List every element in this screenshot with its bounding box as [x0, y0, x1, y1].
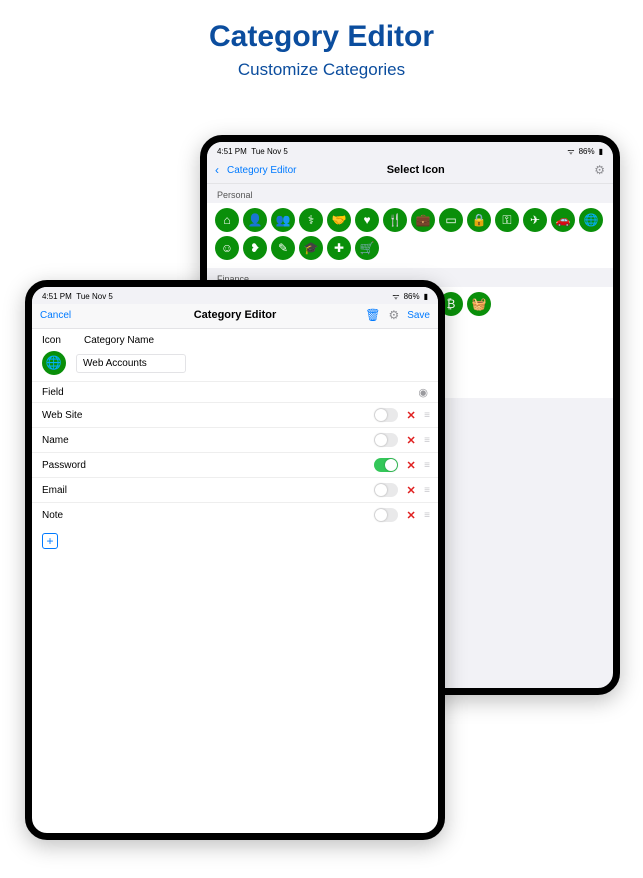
page-title: Category Editor: [0, 20, 643, 54]
field-name[interactable]: Name: [42, 435, 366, 446]
reorder-icon[interactable]: ≡: [424, 510, 428, 521]
save-button[interactable]: Save: [407, 310, 430, 321]
nurse-icon[interactable]: ⚕: [299, 208, 323, 232]
screen-title: Select Icon: [296, 164, 535, 176]
user-icon[interactable]: 👤: [243, 208, 267, 232]
field-row: Password ✕ ≡: [32, 452, 438, 477]
field-label: Field: [42, 387, 64, 398]
heart-icon[interactable]: ♥: [355, 208, 379, 232]
key-icon[interactable]: ⚿: [495, 208, 519, 232]
back-button[interactable]: Category Editor: [227, 165, 296, 176]
graduation-icon[interactable]: 🎓: [299, 236, 323, 260]
visibility-icon[interactable]: ◉: [418, 386, 428, 399]
back-chevron-icon[interactable]: ‹: [215, 164, 219, 176]
home-icon[interactable]: ⌂: [215, 208, 239, 232]
delete-icon[interactable]: ✕: [406, 434, 416, 447]
plus-icon[interactable]: ✚: [327, 236, 351, 260]
field-name[interactable]: Web Site: [42, 410, 366, 421]
cancel-button[interactable]: Cancel: [40, 310, 71, 321]
icon-label: Icon: [42, 335, 74, 346]
field-row: Name ✕ ≡: [32, 427, 438, 452]
delete-icon[interactable]: ✕: [406, 459, 416, 472]
category-editor-screen: 4:51 PM Tue Nov 5 ᯤ86%▮ Cancel Category …: [25, 280, 445, 840]
reorder-icon[interactable]: ≡: [424, 485, 428, 496]
smile-icon[interactable]: ☺: [215, 236, 239, 260]
basket-icon[interactable]: 🧺: [467, 292, 491, 316]
lock-icon[interactable]: 🔒: [467, 208, 491, 232]
category-icon[interactable]: 🌐: [42, 351, 66, 375]
status-bar: 4:51 PM Tue Nov 5 ᯤ86%▮: [32, 287, 438, 304]
field-row: Note ✕ ≡: [32, 502, 438, 527]
field-name[interactable]: Password: [42, 460, 366, 471]
add-field-button[interactable]: +: [42, 533, 58, 549]
globe-icon[interactable]: 🌐: [579, 208, 603, 232]
gear-icon[interactable]: ⚙: [388, 308, 399, 322]
delete-icon[interactable]: ✕: [406, 509, 416, 522]
briefcase-icon[interactable]: 💼: [411, 208, 435, 232]
page-subtitle: Customize Categories: [0, 60, 643, 80]
plane-icon[interactable]: ✈: [523, 208, 547, 232]
secure-toggle[interactable]: [374, 508, 398, 522]
field-name[interactable]: Email: [42, 485, 366, 496]
users-icon[interactable]: 👥: [271, 208, 295, 232]
category-name-label: Category Name: [84, 335, 154, 346]
secure-toggle[interactable]: [374, 458, 398, 472]
id-card-icon[interactable]: ▭: [439, 208, 463, 232]
icon-grid: ⌂👤👥⚕🤝♥🍴💼▭🔒⚿✈🚗🌐 ☺❥✎🎓✚🛒: [207, 203, 613, 268]
secure-toggle[interactable]: [374, 408, 398, 422]
field-row: Web Site ✕ ≡: [32, 402, 438, 427]
delete-icon[interactable]: ✕: [406, 409, 416, 422]
tag-icon[interactable]: ❥: [243, 236, 267, 260]
field-row: Email ✕ ≡: [32, 477, 438, 502]
delete-icon[interactable]: ✕: [406, 484, 416, 497]
section-label: Personal: [207, 184, 613, 203]
gear-icon[interactable]: ⚙: [594, 163, 605, 177]
status-bar: 4:51 PM Tue Nov 5 ᯤ86%▮: [207, 142, 613, 159]
nav-bar: Cancel Category Editor 🗑 ⚙ Save: [32, 304, 438, 329]
car-icon[interactable]: 🚗: [551, 208, 575, 232]
secure-toggle[interactable]: [374, 483, 398, 497]
field-name[interactable]: Note: [42, 510, 366, 521]
handshake-icon[interactable]: 🤝: [327, 208, 351, 232]
nav-bar: ‹ Category Editor Select Icon ⚙: [207, 159, 613, 184]
reorder-icon[interactable]: ≡: [424, 410, 428, 421]
category-name-input[interactable]: [76, 354, 186, 373]
screen-title: Category Editor: [110, 309, 360, 321]
student-icon[interactable]: ✎: [271, 236, 295, 260]
cart-icon[interactable]: 🛒: [355, 236, 379, 260]
trash-icon[interactable]: 🗑: [365, 308, 380, 322]
utensils-icon[interactable]: 🍴: [383, 208, 407, 232]
reorder-icon[interactable]: ≡: [424, 435, 428, 446]
secure-toggle[interactable]: [374, 433, 398, 447]
reorder-icon[interactable]: ≡: [424, 460, 428, 471]
